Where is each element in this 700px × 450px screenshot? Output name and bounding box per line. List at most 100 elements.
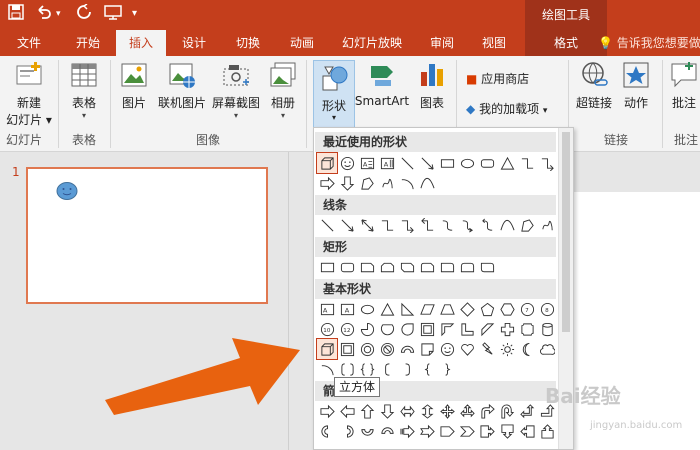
chevron-icon[interactable]	[457, 421, 477, 441]
tell-me-box[interactable]: 💡 告诉我您想要做	[598, 30, 700, 56]
left-right-arrow-icon[interactable]	[397, 401, 417, 421]
diamond-icon[interactable]	[457, 299, 477, 319]
curved-left-arrow-icon[interactable]	[337, 421, 357, 441]
rectangle-icon[interactable]	[317, 257, 337, 277]
save-icon[interactable]	[8, 4, 24, 25]
redo-icon[interactable]	[76, 3, 92, 25]
snip-single-corner-rectangle-icon[interactable]	[357, 257, 377, 277]
round-diagonal-rectangle-icon[interactable]	[477, 257, 497, 277]
arc-icon[interactable]	[397, 173, 417, 193]
tab-view[interactable]: 视图	[472, 30, 516, 56]
donut-icon[interactable]	[357, 339, 377, 359]
tab-design[interactable]: 设计	[172, 30, 216, 56]
curve-icon[interactable]	[417, 173, 437, 193]
round-same-side-rectangle-icon[interactable]	[457, 257, 477, 277]
cube-icon[interactable]	[316, 152, 338, 174]
down-arrow-icon[interactable]	[377, 401, 397, 421]
cube-icon[interactable]	[316, 338, 338, 360]
up-arrow-callout-icon[interactable]	[537, 421, 557, 441]
smiley-face-icon[interactable]	[437, 339, 457, 359]
dodecagon-icon[interactable]: 12	[337, 319, 357, 339]
half-frame-icon[interactable]	[437, 319, 457, 339]
triangle-icon[interactable]	[497, 153, 517, 173]
pentagon-icon[interactable]	[477, 299, 497, 319]
tab-review[interactable]: 审阅	[420, 30, 464, 56]
cross-icon[interactable]	[497, 319, 517, 339]
elbow-connector-icon[interactable]	[377, 215, 397, 235]
up-arrow-icon[interactable]	[357, 401, 377, 421]
curved-double-arrow-connector-icon[interactable]	[477, 215, 497, 235]
curved-down-arrow-icon[interactable]	[377, 421, 397, 441]
smiley-shape[interactable]	[56, 181, 78, 201]
left-right-up-arrow-icon[interactable]	[457, 401, 477, 421]
shapes-button[interactable]: 形状 ▾	[313, 60, 355, 128]
can-icon[interactable]	[537, 319, 557, 339]
vertical-text-box-icon[interactable]: A	[377, 153, 397, 173]
line-icon[interactable]	[397, 153, 417, 173]
right-arrow-icon[interactable]	[317, 173, 337, 193]
hexagon-icon[interactable]	[497, 299, 517, 319]
tab-slideshow[interactable]: 幻灯片放映	[334, 30, 410, 56]
smiley-face-icon[interactable]	[337, 153, 357, 173]
moon-icon[interactable]	[517, 339, 537, 359]
tab-home[interactable]: 开始	[66, 30, 110, 56]
striped-right-arrow-icon[interactable]	[397, 421, 417, 441]
left-bracket-icon[interactable]	[377, 359, 397, 379]
curved-up-arrow-icon[interactable]	[357, 421, 377, 441]
no-symbol-icon[interactable]	[377, 339, 397, 359]
teardrop-icon[interactable]	[397, 319, 417, 339]
double-arrow-line-icon[interactable]	[357, 215, 377, 235]
oval-icon[interactable]	[457, 153, 477, 173]
frame-icon[interactable]	[417, 319, 437, 339]
tab-transitions[interactable]: 切换	[226, 30, 270, 56]
customize-icon[interactable]: ▾	[132, 4, 137, 24]
right-triangle-icon[interactable]	[397, 299, 417, 319]
cloud-icon[interactable]	[537, 339, 557, 359]
elbow-arrow-connector-icon[interactable]	[397, 215, 417, 235]
u-turn-arrow-icon[interactable]	[497, 401, 517, 421]
left-arrow-callout-icon[interactable]	[517, 421, 537, 441]
scribble-icon[interactable]	[377, 173, 397, 193]
screenshot-button[interactable]: 屏幕截图 ▾	[210, 60, 262, 120]
heptagon-icon[interactable]: 7	[517, 299, 537, 319]
notched-right-arrow-icon[interactable]	[417, 421, 437, 441]
undo-icon[interactable]	[36, 4, 52, 25]
right-arrow-callout-icon[interactable]	[477, 421, 497, 441]
pie-icon[interactable]	[357, 319, 377, 339]
curved-right-arrow-icon[interactable]	[317, 421, 337, 441]
triangle-icon[interactable]	[377, 299, 397, 319]
scrollbar-thumb[interactable]	[562, 132, 570, 332]
hyperlink-button[interactable]: 超链接	[574, 60, 614, 111]
arrow-line-icon[interactable]	[417, 153, 437, 173]
comment-button[interactable]: 批注	[668, 60, 700, 111]
slide-canvas[interactable]	[560, 192, 700, 450]
quad-arrow-icon[interactable]	[437, 401, 457, 421]
right-bracket-icon[interactable]	[397, 359, 417, 379]
curved-connector-icon[interactable]	[437, 215, 457, 235]
undo-dropdown-icon[interactable]: ▾	[56, 4, 61, 24]
heart-icon[interactable]	[457, 339, 477, 359]
rectangle-icon[interactable]	[437, 153, 457, 173]
l-shape-icon[interactable]	[457, 319, 477, 339]
snip-round-rectangle-icon[interactable]	[417, 257, 437, 277]
sun-icon[interactable]	[497, 339, 517, 359]
line-icon[interactable]	[317, 215, 337, 235]
rounded-rectangle-icon[interactable]	[477, 153, 497, 173]
oval-icon[interactable]	[357, 299, 377, 319]
pentagon-arrow-icon[interactable]	[437, 421, 457, 441]
tab-animations[interactable]: 动画	[280, 30, 324, 56]
freeform-shape-icon[interactable]	[357, 173, 377, 193]
plaque-icon[interactable]	[517, 319, 537, 339]
elbow-double-arrow-connector-icon[interactable]	[417, 215, 437, 235]
snip-same-side-rectangle-icon[interactable]	[377, 257, 397, 277]
store-button[interactable]: ■ 应用商店	[466, 70, 529, 87]
curved-arrow-connector-icon[interactable]	[457, 215, 477, 235]
action-button[interactable]: 动作	[618, 60, 654, 111]
round-single-corner-rectangle-icon[interactable]	[437, 257, 457, 277]
double-brace-icon[interactable]	[357, 359, 377, 379]
slide-thumbnail[interactable]	[26, 167, 268, 304]
elbow-connector-icon[interactable]	[517, 153, 537, 173]
scribble-icon[interactable]	[537, 215, 557, 235]
picture-button[interactable]: 图片	[116, 60, 152, 111]
rounded-rectangle-icon[interactable]	[337, 257, 357, 277]
